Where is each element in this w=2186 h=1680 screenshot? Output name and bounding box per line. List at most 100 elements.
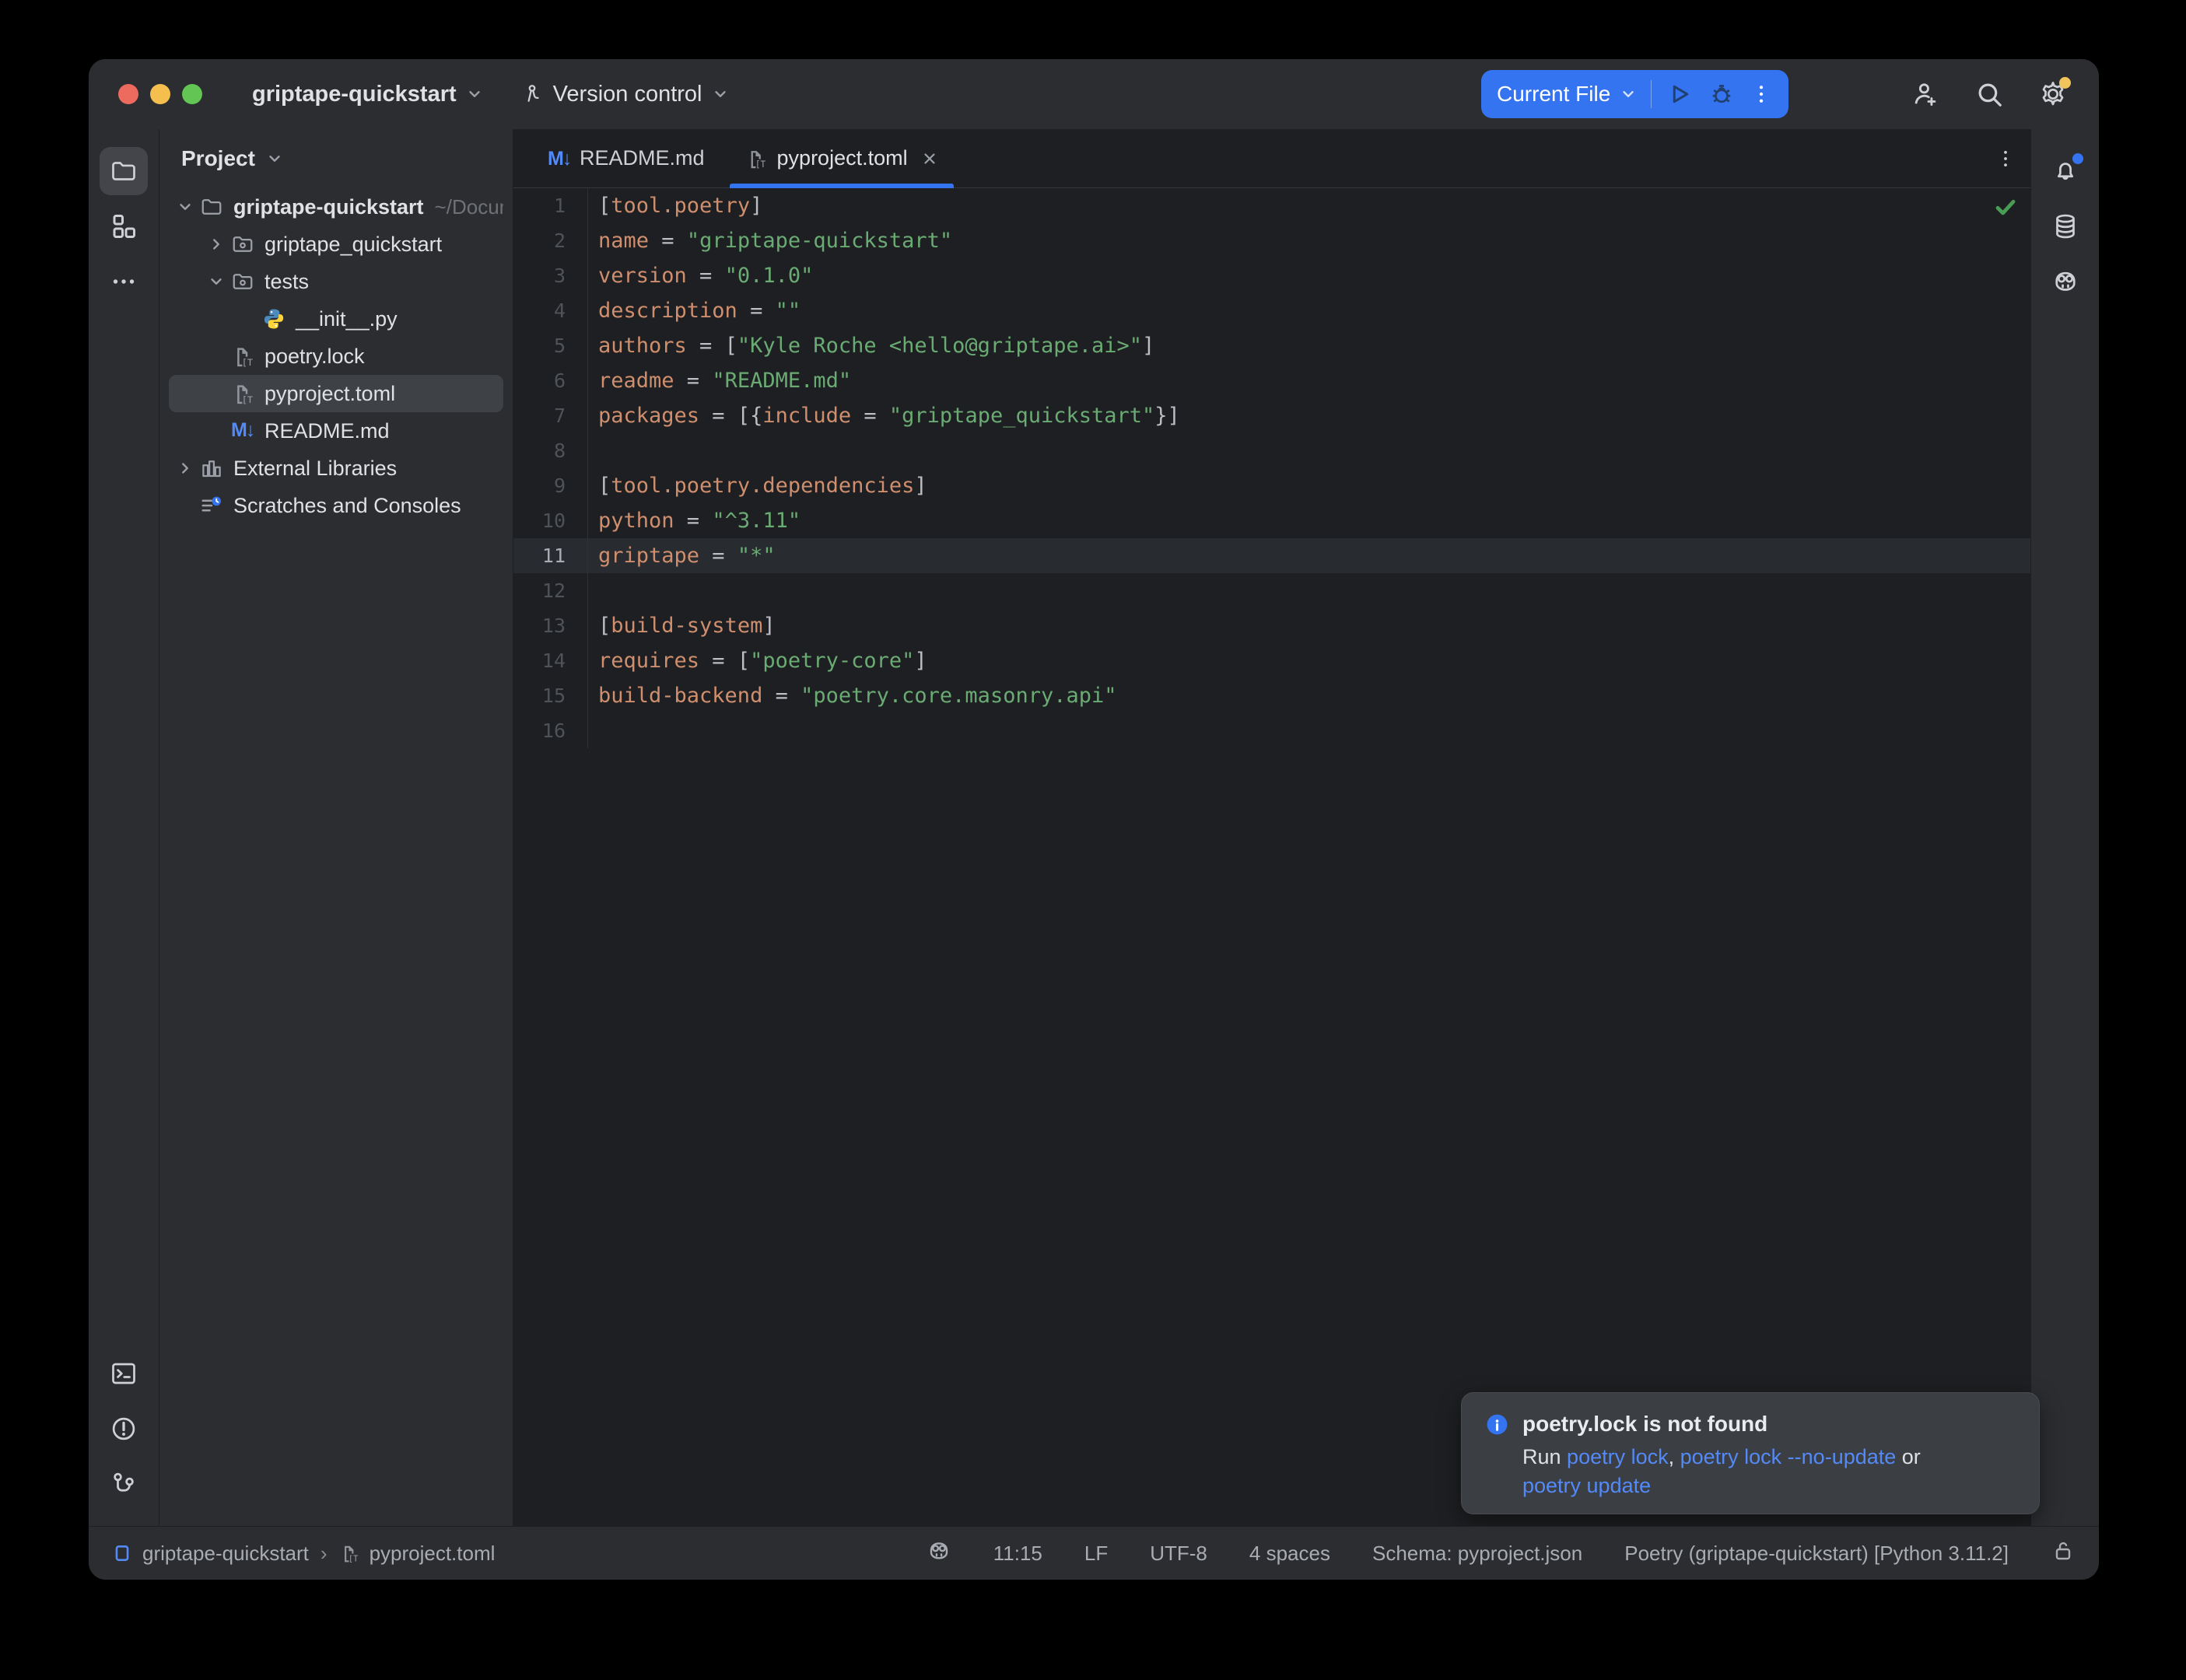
problems-button[interactable] (100, 1405, 148, 1453)
database-button[interactable] (2041, 202, 2090, 250)
line-number[interactable]: 5 (513, 328, 588, 363)
ai-assistant-button[interactable] (2041, 257, 2090, 306)
line-number[interactable]: 8 (513, 433, 588, 468)
inspections-ok-icon[interactable] (1993, 194, 2018, 219)
breadcrumb-griptape-quickstart[interactable]: griptape-quickstart (112, 1542, 309, 1566)
line-number[interactable]: 3 (513, 258, 588, 293)
code-line-5[interactable]: 5authors = ["Kyle Roche <hello@griptape.… (513, 328, 2030, 363)
line-number[interactable]: 13 (513, 608, 588, 643)
code-line-12[interactable]: 12 (513, 573, 2030, 608)
notifications-button[interactable] (2041, 147, 2090, 195)
code-line-6[interactable]: 6readme = "README.md" (513, 363, 2030, 398)
status-widget-poetry-griptape-quickstart-python-3-11-2[interactable]: Poetry (griptape-quickstart) [Python 3.1… (1624, 1542, 2009, 1566)
tree-item-scratches-and-consoles[interactable]: Scratches and Consoles (169, 487, 503, 524)
lock-open-status-widget[interactable] (2051, 1538, 2076, 1569)
status-widget-11-15[interactable]: 11:15 (993, 1542, 1042, 1566)
status-widget-utf-8[interactable]: UTF-8 (1150, 1542, 1207, 1566)
tree-item-label: poetry.lock (264, 345, 365, 369)
tab-readme-md[interactable]: M↓README.md (527, 129, 725, 187)
add-user-button[interactable] (1911, 79, 1940, 109)
tab-options-button[interactable] (1995, 148, 2016, 170)
code-line-16[interactable]: 16 (513, 713, 2030, 748)
zoom-button[interactable] (182, 84, 202, 104)
line-number[interactable]: 7 (513, 398, 588, 433)
status-widget-lf[interactable]: LF (1084, 1542, 1108, 1566)
code-line-11[interactable]: 11griptape = "*" (513, 538, 2030, 573)
copilot-icon (927, 1538, 951, 1563)
project-folder-button[interactable] (100, 147, 148, 195)
settings-badge (2059, 77, 2071, 89)
line-number[interactable]: 12 (513, 573, 588, 608)
chevron-down-icon[interactable] (170, 198, 200, 215)
code-line-1[interactable]: 1[tool.poetry] (513, 188, 2030, 223)
structure-button[interactable] (100, 202, 148, 250)
project-panel-header[interactable]: Project (159, 129, 513, 188)
run-config-selector[interactable]: Current File (1497, 82, 1637, 107)
code-line-13[interactable]: 13[build-system] (513, 608, 2030, 643)
close-tab-icon[interactable] (921, 150, 938, 167)
code-line-3[interactable]: 3version = "0.1.0" (513, 258, 2030, 293)
info-icon (1485, 1412, 1509, 1437)
line-number[interactable]: 1 (513, 188, 588, 223)
code-line-2[interactable]: 2name = "griptape-quickstart" (513, 223, 2030, 258)
minimize-button[interactable] (150, 84, 170, 104)
line-number[interactable]: 11 (513, 538, 588, 573)
tree-item-poetry-lock[interactable]: [T]poetry.lock (169, 338, 503, 375)
git-branch-button[interactable] (100, 1460, 148, 1508)
line-number[interactable]: 9 (513, 468, 588, 503)
code-editor[interactable]: 1[tool.poetry]2name = "griptape-quicksta… (513, 188, 2030, 1526)
close-button[interactable] (118, 84, 138, 104)
tree-item-pyproject-toml[interactable]: [T]pyproject.toml (169, 375, 503, 412)
breadcrumb-pyproject-toml[interactable]: [T]pyproject.toml (339, 1542, 496, 1566)
code-line-15[interactable]: 15build-backend = "poetry.core.masonry.a… (513, 678, 2030, 713)
project-selector[interactable]: griptape-quickstart (252, 82, 483, 107)
run-button[interactable] (1666, 80, 1694, 108)
tree-item-readme-md[interactable]: M↓README.md (169, 412, 503, 450)
tree-item-init-py[interactable]: __init__.py (169, 300, 503, 338)
line-number[interactable]: 2 (513, 223, 588, 258)
tree-item-path-hint: ~/Docume (435, 195, 503, 219)
chevron-right-icon[interactable] (201, 236, 231, 253)
link-poetry-lock[interactable]: poetry lock (1567, 1445, 1669, 1468)
search-button[interactable] (1974, 79, 2004, 109)
line-number[interactable]: 14 (513, 643, 588, 678)
code-line-14[interactable]: 14requires = ["poetry-core"] (513, 643, 2030, 678)
folder-icon (200, 195, 223, 219)
code-line-8[interactable]: 8 (513, 433, 2030, 468)
chevron-right-icon[interactable] (170, 460, 200, 477)
status-widget-4-spaces[interactable]: 4 spaces (1249, 1542, 1330, 1566)
copilot-status-widget[interactable] (927, 1538, 951, 1569)
tree-item-griptape-quickstart[interactable]: griptape-quickstart~/Docume (169, 188, 503, 226)
line-number[interactable]: 10 (513, 503, 588, 538)
tree-item-griptape-quickstart[interactable]: griptape_quickstart (169, 226, 503, 263)
status-widget-schema-pyproject-json[interactable]: Schema: pyproject.json (1372, 1542, 1582, 1566)
tab-label: pyproject.toml (777, 146, 908, 170)
tree-item-label: __init__.py (296, 307, 398, 331)
run-more-options-button[interactable] (1750, 80, 1773, 108)
code-line-4[interactable]: 4description = "" (513, 293, 2030, 328)
debug-button[interactable] (1708, 80, 1736, 108)
terminal-button[interactable] (100, 1349, 148, 1398)
window-controls (118, 84, 202, 104)
project-name: griptape-quickstart (252, 82, 457, 107)
code-line-9[interactable]: 9[tool.poetry.dependencies] (513, 468, 2030, 503)
code-line-10[interactable]: 10python = "^3.11" (513, 503, 2030, 538)
tree-item-label: Scratches and Consoles (233, 494, 461, 518)
breadcrumb: griptape-quickstart›[T]pyproject.toml (112, 1542, 495, 1566)
more-button[interactable] (100, 257, 148, 306)
toml-icon: [T] (745, 148, 767, 170)
line-number[interactable]: 6 (513, 363, 588, 398)
tree-item-tests[interactable]: tests (169, 263, 503, 300)
link-poetry-lock-no-update[interactable]: poetry lock --no-update (1680, 1445, 1897, 1468)
line-number[interactable]: 4 (513, 293, 588, 328)
line-number[interactable]: 15 (513, 678, 588, 713)
code-line-7[interactable]: 7packages = [{include = "griptape_quicks… (513, 398, 2030, 433)
tab-pyproject-toml[interactable]: [T] pyproject.toml (725, 129, 958, 187)
settings-button[interactable] (2038, 79, 2068, 109)
link-poetry-update[interactable]: poetry update (1522, 1474, 1651, 1497)
toml-icon: [T] (339, 1543, 359, 1563)
vcs-widget[interactable]: Version control (520, 82, 729, 107)
line-number[interactable]: 16 (513, 713, 588, 748)
tree-item-external-libraries[interactable]: External Libraries (169, 450, 503, 487)
chevron-down-icon[interactable] (201, 273, 231, 290)
